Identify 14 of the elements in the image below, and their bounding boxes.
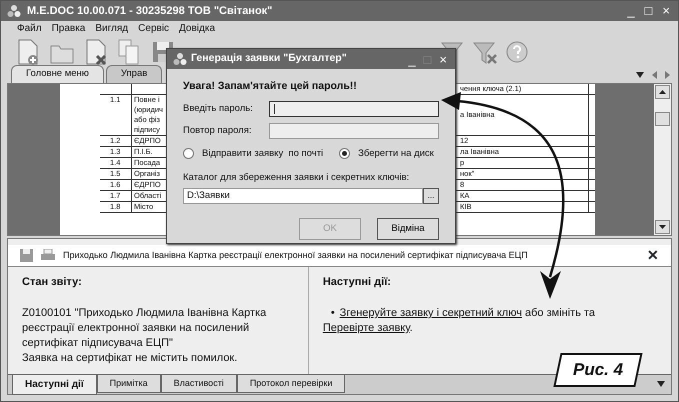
status-text: Заявка на сертифікат не містить помилок. [22,350,238,366]
bullet: • [330,306,335,319]
status-text: Z0100101 "Приходько Людмила Іванівна Картка реєстрації електронної заявки на посилений сертифікат підписувача ЕЦП" [22,306,268,351]
field-label: Каталог для збереження заявки і секретних ключів: [183,171,410,185]
section-heading: Стан звіту: [22,274,83,290]
warning-text: Увага! Запам'ятайте цей пароль!! [183,79,358,94]
report-title: Приходько Людмила Іванівна Картка реєстрації електронної заявки на посилений сертифікат підписувача ЕЦП [63,248,529,262]
field-label: Введіть пароль: [183,102,254,116]
section-heading: Наступні дії: [322,274,392,290]
next-steps-text: • Згенеруйте заявку і секретний ключ або змініть та Перевірте заявку. [322,306,596,336]
dialog-title: Генерація заявки "Бухгалтер" [191,51,348,66]
window-title: M.E.DOC 10.00.071 - 30235298 ТОВ "Світанок" [27,4,274,19]
field-label: Повтор пароля: [183,124,253,138]
figure-label: Рис. 4 [573,359,624,381]
